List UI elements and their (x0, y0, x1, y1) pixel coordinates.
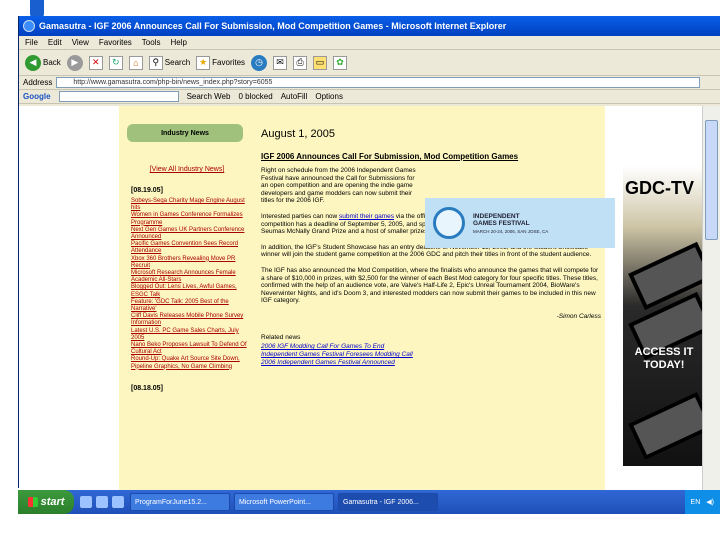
industry-news-header: Industry News (127, 124, 243, 142)
article-paragraph: The IGF has also announced the Mod Compe… (261, 266, 599, 305)
messenger-button[interactable]: ✿ (333, 55, 348, 70)
vertical-scrollbar[interactable] (702, 106, 720, 490)
folder-button[interactable]: ▭ (313, 55, 328, 70)
popup-blocked-count[interactable]: 0 blocked (238, 92, 272, 101)
google-toolbar: Google Search Web 0 blocked AutoFill Opt… (19, 90, 720, 104)
favorites-button[interactable]: ★ Favorites (196, 55, 245, 70)
quick-launch (80, 496, 124, 508)
browser-window: Gamasutra - IGF 2006 Announces Call For … (18, 16, 720, 490)
show-desktop-icon[interactable] (80, 496, 92, 508)
related-news-link[interactable]: 2006 IGF Modding Call For Games To End (261, 343, 601, 351)
stop-button[interactable]: ✕ (88, 55, 103, 70)
menu-bar: File Edit View Favorites Tools Help (19, 36, 720, 50)
news-item[interactable]: Feature: 'GDC Talk: 2005 Best of the Nar… (131, 299, 247, 313)
home-button[interactable]: ⌂ (128, 55, 143, 70)
windows-flag-icon (27, 497, 38, 507)
address-label: Address (23, 78, 53, 87)
ad-cta: ACCESS IT TODAY! (634, 346, 694, 371)
submit-games-link[interactable]: submit their games (339, 213, 394, 220)
taskbar: start ProgramForJune15.2... Microsoft Po… (18, 490, 720, 514)
menu-help[interactable]: Help (170, 38, 186, 47)
menu-tools[interactable]: Tools (142, 38, 161, 47)
igf-banner-text: INDEPENDENT GAMES FESTIVAL MARCH 20-24, … (473, 212, 549, 234)
forward-button[interactable]: ▶ (66, 54, 83, 71)
language-indicator[interactable]: EN (691, 499, 701, 506)
back-arrow-icon: ◀ (25, 54, 41, 71)
article-date: August 1, 2005 (261, 128, 336, 140)
film-strip-icon (628, 391, 703, 461)
related-news-link[interactable]: 2006 Independent Games Festival Announce… (261, 359, 601, 367)
taskbar-item[interactable]: Gamasutra - IGF 2006... (338, 493, 438, 511)
gdctv-ad[interactable]: GDC-TV ACCESS IT TODAY! (623, 106, 703, 466)
print-button[interactable]: ⎙ (293, 55, 308, 70)
news-item[interactable]: Nano Beko Proposes Lawsuit To Defend Of … (131, 342, 247, 356)
news-item[interactable]: Xbox 360 Brothers Revealing Move PR Recr… (131, 256, 247, 270)
news-list: Sobeys-Sega Charity Mage Engine August h… (131, 198, 247, 371)
volume-icon[interactable]: ◀) (706, 498, 714, 506)
autofill-button[interactable]: AutoFill (281, 92, 308, 101)
news-item[interactable]: Round-Up: Quake Art Source Site Down, Pi… (131, 356, 247, 370)
menu-edit[interactable]: Edit (48, 38, 62, 47)
google-search-input[interactable] (58, 91, 179, 102)
taskbar-item[interactable]: Microsoft PowerPoint... (234, 493, 334, 511)
refresh-button[interactable]: ↻ (108, 55, 123, 70)
news-item[interactable]: Pacific Games Convention Sees Record Att… (131, 241, 247, 255)
history-button[interactable]: ◷ (251, 54, 268, 71)
article-paragraph: Right on schedule from the 2006 Independ… (261, 167, 416, 205)
menu-favorites[interactable]: Favorites (99, 38, 132, 47)
news-date: [08.18.05] (131, 384, 163, 392)
toolbar: ◀ Back ▶ ✕ ↻ ⌂ ⚲ Search ★ Favorites ◷ ✉ ⎙ ▭… (19, 50, 720, 76)
news-item[interactable]: Microsoft Research Announces Female Acad… (131, 270, 247, 284)
igf-logo-icon (433, 207, 465, 239)
news-item[interactable]: Sobeys-Sega Charity Mage Engine August h… (131, 198, 247, 212)
igf-banner[interactable]: INDEPENDENT GAMES FESTIVAL MARCH 20-24, … (425, 198, 615, 248)
page-viewport: Industry News [View All Industry News] [… (19, 106, 703, 490)
gdctv-logo: GDC-TV (625, 178, 694, 198)
taskbar-item[interactable]: ProgramForJune15.2... (130, 493, 230, 511)
system-tray: EN ◀) (684, 490, 720, 514)
menu-file[interactable]: File (25, 38, 38, 47)
title-bar[interactable]: Gamasutra - IGF 2006 Announces Call For … (19, 16, 720, 36)
article-headline[interactable]: IGF 2006 Announces Call For Submission, … (261, 152, 601, 161)
search-icon: ⚲ (148, 55, 163, 70)
related-news-link[interactable]: Independent Games Festival Foresees Modd… (261, 351, 601, 359)
ie-launch-icon[interactable] (96, 496, 108, 508)
media-player-icon[interactable] (112, 496, 124, 508)
news-item[interactable]: Cliff Davis Releases Mobile Phone Survey… (131, 313, 247, 327)
scrollbar-thumb[interactable] (705, 120, 718, 240)
news-date: [08.19.05] (131, 187, 163, 194)
options-button[interactable]: Options (315, 92, 343, 101)
search-button[interactable]: ⚲ Search (148, 55, 190, 70)
mail-button[interactable]: ✉ (273, 55, 288, 70)
news-item[interactable]: Latest U.S. PC Game Sales Charts, July 2… (131, 328, 247, 342)
star-icon: ★ (196, 55, 211, 70)
address-input[interactable]: http://www.gamasutra.com/php-bin/news_in… (56, 77, 700, 88)
related-news-list: 2006 IGF Modding Call For Games To End I… (261, 343, 601, 367)
news-item[interactable]: Women in Games Conference Formalizes Pro… (131, 212, 247, 226)
news-item[interactable]: Blogged Out: Lens Lives, Awful Games, ES… (131, 284, 247, 298)
article-author: -Simon Carless (556, 312, 601, 320)
google-logo[interactable]: Google (23, 92, 51, 101)
ie-icon (23, 20, 35, 32)
menu-view[interactable]: View (72, 38, 89, 47)
news-sidebar: Industry News [View All Industry News] [… (127, 124, 247, 486)
gamasutra-page: Industry News [View All Industry News] [… (119, 106, 703, 490)
window-title: Gamasutra - IGF 2006 Announces Call For … (39, 21, 507, 31)
start-button[interactable]: start (18, 490, 74, 514)
news-item[interactable]: Next Gen Games UK Partners Conference An… (131, 227, 247, 241)
back-button[interactable]: ◀ Back (25, 54, 61, 71)
view-all-news-link[interactable]: [View All Industry News] (127, 166, 247, 173)
address-bar: Address http://www.gamasutra.com/php-bin… (19, 76, 720, 90)
related-news-heading: Related news (261, 333, 301, 341)
google-search-web-button[interactable]: Search Web (187, 92, 231, 101)
